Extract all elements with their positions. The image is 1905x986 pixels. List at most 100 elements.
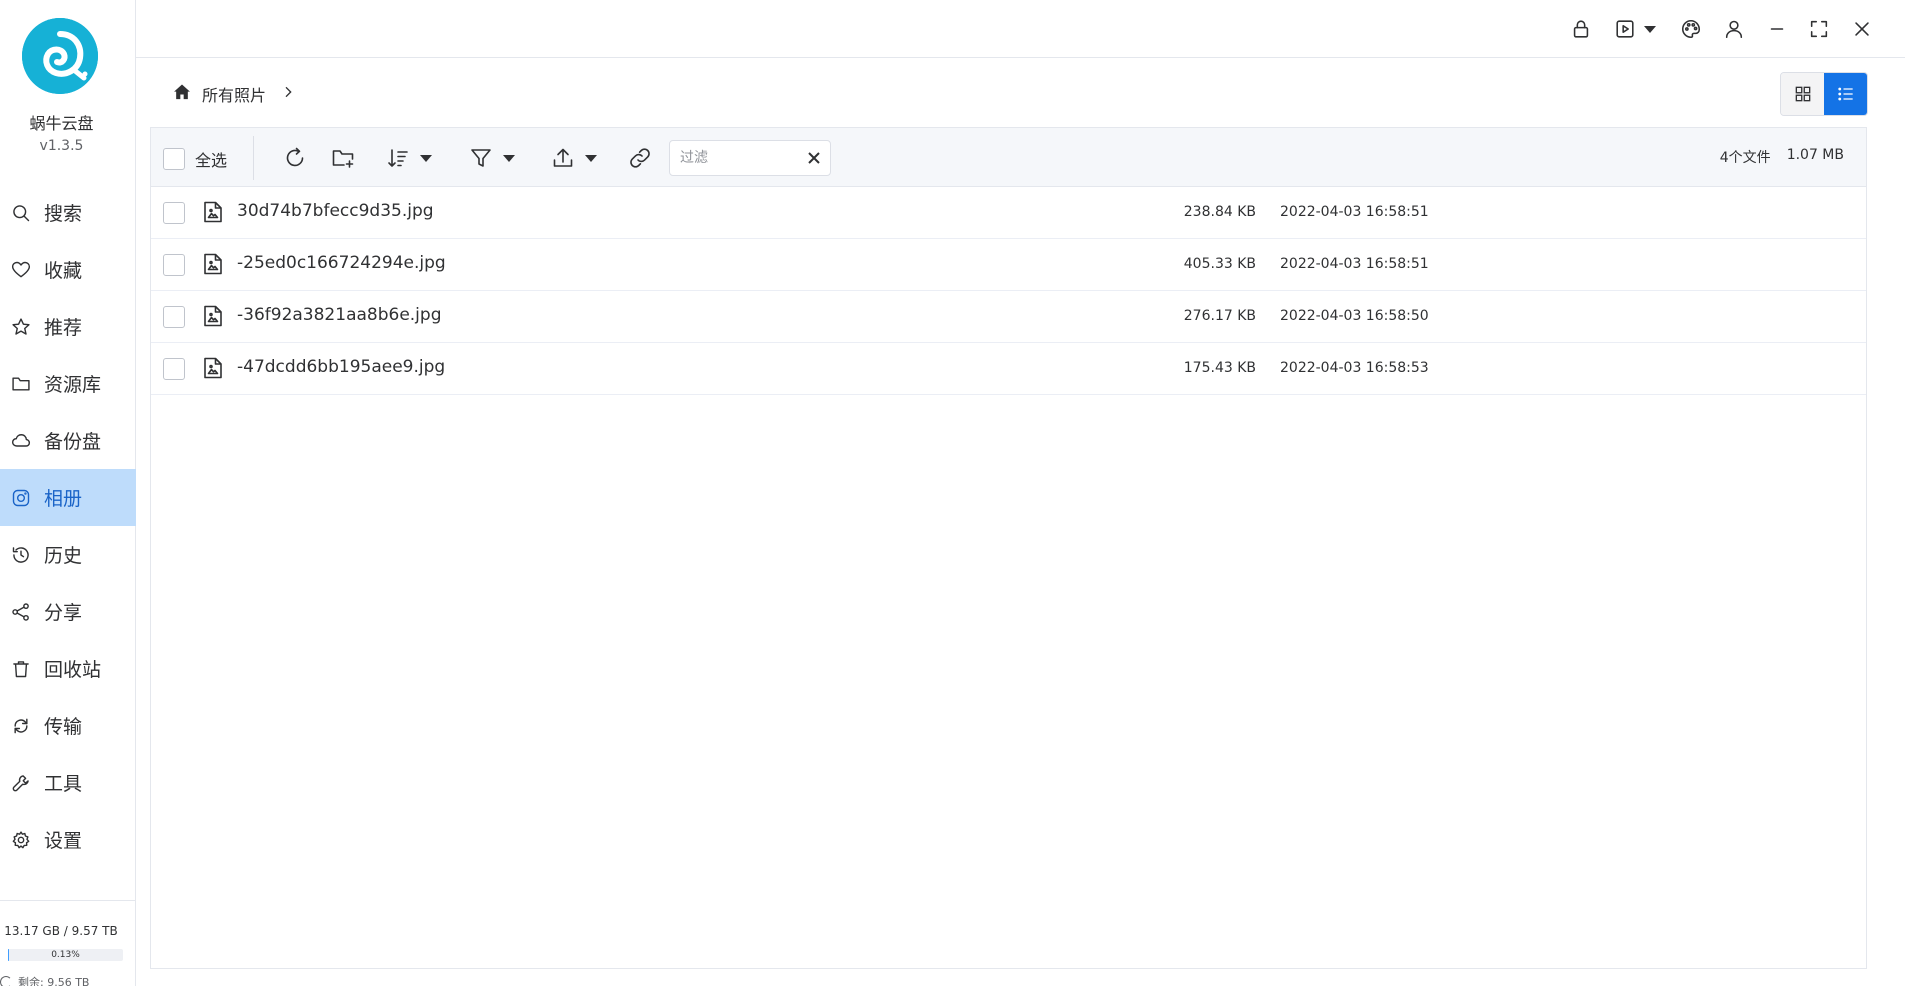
upload-button[interactable] [551,145,597,171]
file-size: 238.84 KB [1183,204,1256,220]
file-date: 2022-04-03 16:58:51 [1280,204,1429,220]
table-row[interactable]: 30d74b7bfecc9d35.jpg 238.84 KB 2022-04-0… [151,187,1866,239]
trash-icon [10,658,32,680]
app-version: v1.3.5 [39,138,84,154]
refresh-button[interactable] [283,145,307,171]
breadcrumb-item-all-photos[interactable]: 所有照片 [202,82,266,106]
sidebar-item-label: 回收站 [44,659,102,681]
table-row[interactable]: -25ed0c166724294e.jpg 405.33 KB 2022-04-… [151,239,1866,291]
sidebar-item-settings[interactable]: 设置 [0,811,136,868]
storage-progress-bar: 0.13% [8,949,123,961]
file-size: 276.17 KB [1183,308,1256,324]
sidebar-item-label: 设置 [44,830,83,852]
sidebar-item-label: 备份盘 [44,431,102,453]
close-button[interactable] [1849,16,1875,42]
table-row[interactable]: -47dcdd6bb195aee9.jpg 175.43 KB 2022-04-… [151,343,1866,395]
list-view-button[interactable] [1824,73,1867,115]
grid-icon [1795,86,1810,102]
funnel-icon [471,149,491,167]
sidebar-item-backup[interactable]: 备份盘 [0,412,136,469]
file-date: 2022-04-03 16:58:51 [1280,256,1429,272]
image-file-icon [203,253,225,277]
sync-icon [10,715,32,737]
chevron-right-icon[interactable] [266,84,296,104]
gear-icon [10,829,32,851]
sidebar-item-label: 工具 [44,773,83,795]
play-square-icon [1616,20,1634,38]
file-name[interactable]: -25ed0c166724294e.jpg [237,253,446,273]
file-toolbar: 全选 4个文件 1.07 MB [150,127,1867,187]
storage-percent: 0.13% [51,950,80,960]
sidebar-item-label: 传输 [44,716,83,738]
row-checkbox[interactable] [163,202,185,224]
file-list: 30d74b7bfecc9d35.jpg 238.84 KB 2022-04-0… [150,187,1867,969]
loading-icon [0,976,12,986]
file-size: 175.43 KB [1183,360,1256,376]
image-file-icon [203,201,225,225]
sidebar-item-favorites[interactable]: 收藏 [0,241,136,298]
new-folder-button[interactable] [331,145,355,171]
filter-input[interactable] [680,147,810,169]
palette-icon [1681,19,1701,39]
sidebar-item-label: 相册 [44,488,83,510]
files-summary: 4个文件 1.07 MB [1720,147,1844,167]
select-all-checkbox[interactable] [163,148,185,170]
storage-usage: 13.17 GB / 9.57 TB [4,924,118,938]
sidebar-item-search[interactable]: 搜索 [0,184,136,241]
sidebar-item-share[interactable]: 分享 [0,583,136,640]
image-file-icon [203,305,225,329]
filter-type-button[interactable] [469,145,515,171]
sidebar-item-recommend[interactable]: 推荐 [0,298,136,355]
sort-icon [388,149,408,167]
maximize-button[interactable] [1806,16,1832,42]
folder-add-icon [332,150,354,168]
sidebar-item-transfer[interactable]: 传输 [0,697,136,754]
total-size: 1.07 MB [1786,147,1844,163]
sidebar-item-tools[interactable]: 工具 [0,754,136,811]
wrench-icon [10,772,32,794]
row-checkbox[interactable] [163,306,185,328]
sidebar-item-label: 资源库 [44,374,102,396]
sidebar-item-library[interactable]: 资源库 [0,355,136,412]
home-icon[interactable] [172,82,192,106]
cloud-icon [10,430,32,452]
table-row[interactable]: -36f92a3821aa8b6e.jpg 276.17 KB 2022-04-… [151,291,1866,343]
row-checkbox[interactable] [163,254,185,276]
file-name[interactable]: 30d74b7bfecc9d35.jpg [237,201,434,221]
app-logo [22,18,98,94]
sidebar-item-history[interactable]: 历史 [0,526,136,583]
list-icon [1837,87,1853,101]
link-button[interactable] [628,145,652,171]
sort-button[interactable] [386,145,432,171]
caret-down-icon [503,154,515,162]
sidebar-item-label: 分享 [44,602,83,624]
file-count: 4个文件 [1719,150,1771,166]
folder-icon [10,373,32,395]
account-button[interactable] [1721,16,1747,42]
player-menu-button[interactable] [1614,16,1664,42]
sidebar-item-trash[interactable]: 回收站 [0,640,136,697]
toolbar-divider [253,136,254,180]
app-window: 蜗牛云盘 v1.3.5 搜索 收藏 推荐 资源库 备份盘 相册 历史 分享 回收… [0,0,1905,986]
clear-filter-button[interactable] [806,150,822,166]
minimize-icon [1770,28,1784,30]
sidebar-item-label: 收藏 [44,260,83,282]
sidebar-nav: 搜索 收藏 推荐 资源库 备份盘 相册 历史 分享 回收站 传输 工具 设置 [0,184,136,868]
close-icon [1855,22,1869,36]
minimize-button[interactable] [1764,16,1790,42]
row-checkbox[interactable] [163,358,185,380]
search-icon [10,202,32,224]
caret-down-icon [1644,25,1656,33]
file-name[interactable]: -47dcdd6bb195aee9.jpg [237,357,445,377]
user-icon [1725,20,1743,39]
sidebar-item-album[interactable]: 相册 [0,469,136,526]
grid-view-button[interactable] [1781,73,1824,115]
upload-icon [553,148,573,167]
file-name[interactable]: -36f92a3821aa8b6e.jpg [237,305,442,325]
file-date: 2022-04-03 16:58:50 [1280,308,1429,324]
select-all[interactable]: 全选 [163,147,227,171]
lock-button[interactable] [1568,16,1594,42]
theme-button[interactable] [1678,16,1704,42]
caret-down-icon [585,154,597,162]
caret-down-icon [420,154,432,162]
